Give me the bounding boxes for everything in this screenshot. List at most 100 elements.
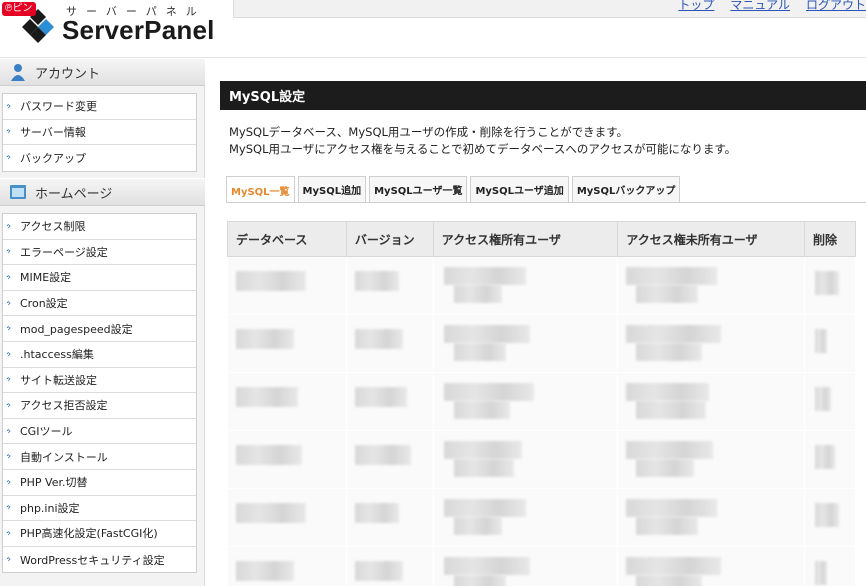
redacted-block: [626, 325, 722, 343]
arrow-icon: ·›: [6, 323, 11, 335]
redacted-block: [443, 325, 530, 343]
logo-name: ServerPanel: [62, 15, 215, 45]
redacted-block: [235, 271, 306, 291]
sidebar-item-label: バックアップ: [20, 151, 86, 165]
homepage-icon: [10, 185, 26, 199]
redacted-block: [453, 285, 502, 303]
redacted-block: [354, 503, 399, 523]
sidebar-item-label: アクセス制限: [20, 220, 86, 234]
sidebar-item-mime[interactable]: ·› MIME設定: [3, 265, 196, 291]
redacted-block: [636, 575, 703, 586]
sidebar-item-wp-security[interactable]: ·› WordPressセキュリティ設定: [3, 547, 196, 573]
redacted-cell: [227, 546, 347, 586]
arrow-icon: ·›: [6, 502, 11, 514]
redacted-block: [815, 561, 828, 585]
redacted-cell: [804, 314, 856, 373]
tab-mysql-user-list[interactable]: MySQLユーザ一覧: [369, 176, 468, 202]
redacted-cell: [617, 430, 806, 489]
redacted-block: [815, 387, 832, 411]
redacted-block: [453, 459, 514, 477]
redacted-cell: [433, 372, 619, 431]
redacted-cell: [617, 314, 806, 373]
tab-mysql-user-add[interactable]: MySQLユーザ追加: [470, 176, 569, 202]
sidebar-item-php-version[interactable]: ·› PHP Ver.切替: [3, 470, 196, 496]
arrow-icon: ·›: [6, 527, 11, 539]
sidebar-item-label: MIME設定: [20, 271, 72, 285]
sidebar-item-label: CGIツール: [20, 425, 73, 439]
sidebar-item-cron[interactable]: ·› Cron設定: [3, 291, 196, 317]
redacted-cell: [433, 546, 619, 586]
sidebar-item-backup[interactable]: ·› バックアップ: [3, 145, 196, 171]
user-icon: [11, 64, 25, 81]
sidebar-item-label: Cron設定: [20, 297, 68, 311]
sidebar-item-error-page[interactable]: ·› エラーページ設定: [3, 240, 196, 266]
sidebar-item-label: WordPressセキュリティ設定: [20, 553, 165, 567]
sidebar-heading-account-label: アカウント: [35, 66, 101, 82]
redacted-cell: [346, 488, 434, 547]
arrow-icon: ·›: [6, 425, 11, 437]
redacted-block: [636, 285, 699, 303]
arrow-icon: ·›: [6, 246, 11, 258]
redacted-cell: [346, 546, 434, 586]
sidebar-item-server-info[interactable]: ·› サーバー情報: [3, 120, 196, 146]
redacted-block: [443, 441, 522, 459]
sidebar-item-label: 自動インストール: [20, 450, 108, 464]
redacted-block: [453, 517, 502, 535]
arrow-icon: ·›: [6, 271, 11, 283]
sidebar-item-auto-install[interactable]: ·› 自動インストール: [3, 444, 196, 470]
redacted-block: [443, 499, 526, 517]
redacted-cell: [227, 372, 347, 431]
sidebar-item-label: PHP Ver.切替: [20, 476, 88, 490]
redacted-cell: [346, 372, 434, 431]
column-header-version: バージョン: [345, 221, 434, 257]
sidebar-item-site-redirect[interactable]: ·› サイト転送設定: [3, 368, 196, 394]
pin-button[interactable]: ℗ピン: [2, 2, 37, 16]
redacted-block: [354, 271, 399, 291]
top-bar: トップ マニュアル ログアウト: [233, 0, 866, 18]
pin-label: ピン: [12, 3, 33, 14]
sidebar-item-cgi-tools[interactable]: ·› CGIツール: [3, 419, 196, 445]
arrow-icon: ·›: [6, 399, 11, 411]
arrow-icon: ·›: [6, 126, 11, 138]
mysql-tabs: MySQL一覧 MySQL追加 MySQLユーザ一覧 MySQLユーザ追加 My…: [226, 176, 681, 203]
tab-mysql-backup[interactable]: MySQLバックアップ: [571, 176, 681, 202]
sidebar-item-password[interactable]: ·› パスワード変更: [3, 94, 196, 120]
table-header-row: データベース バージョン アクセス権所有ユーザ アクセス権未所有ユーザ 削除: [227, 221, 856, 257]
sidebar-item-label: パスワード変更: [20, 100, 97, 114]
redacted-cell: [433, 488, 619, 547]
sidebar-heading-account: アカウント: [0, 58, 205, 86]
arrow-icon: ·›: [6, 152, 11, 164]
sidebar-homepage-list: ·› アクセス制限 ·› エラーページ設定 ·› MIME設定 ·› Cron設定 ·›…: [2, 213, 197, 574]
redacted-cell: [227, 488, 347, 547]
redacted-block: [453, 401, 510, 419]
redacted-block: [815, 329, 828, 353]
sidebar-item-label: php.ini設定: [20, 501, 80, 515]
redacted-cell: [617, 488, 806, 547]
page-title: MySQL設定: [220, 81, 866, 110]
top-link-logout[interactable]: ログアウト: [806, 0, 866, 14]
sidebar-item-fastcgi[interactable]: ·› PHP高速化設定(FastCGI化): [3, 521, 196, 547]
sidebar-heading-homepage-label: ホームページ: [35, 186, 113, 202]
table-row: [227, 430, 856, 489]
redacted-cell: [346, 256, 434, 315]
top-links: トップ マニュアル ログアウト: [678, 0, 866, 14]
redacted-block: [453, 575, 506, 586]
column-header-no-access-users: アクセス権未所有ユーザ: [617, 221, 806, 257]
top-link-manual[interactable]: マニュアル: [730, 0, 790, 14]
sidebar-item-access-deny[interactable]: ·› アクセス拒否設定: [3, 393, 196, 419]
sidebar-item-label: mod_pagespeed設定: [20, 322, 133, 336]
tab-mysql-list[interactable]: MySQL一覧: [226, 176, 295, 203]
sidebar-heading-homepage: ホームページ: [0, 178, 205, 206]
description-line-1: MySQLデータベース、MySQL用ユーザの作成・削除を行うことができます。: [229, 125, 629, 139]
sidebar-item-pagespeed[interactable]: ·› mod_pagespeed設定: [3, 316, 196, 342]
redacted-block: [453, 343, 506, 361]
sidebar-item-access-restriction[interactable]: ·› アクセス制限: [3, 214, 196, 240]
sidebar-item-label: .htaccess編集: [20, 348, 94, 362]
sidebar-item-label: エラーページ設定: [20, 245, 108, 259]
top-link-home[interactable]: トップ: [678, 0, 714, 14]
tab-mysql-add[interactable]: MySQL追加: [297, 176, 367, 202]
arrow-icon: ·›: [6, 374, 11, 386]
sidebar-item-htaccess[interactable]: ·› .htaccess編集: [3, 342, 196, 368]
redacted-block: [815, 271, 840, 295]
sidebar-item-php-ini[interactable]: ·› php.ini設定: [3, 496, 196, 522]
